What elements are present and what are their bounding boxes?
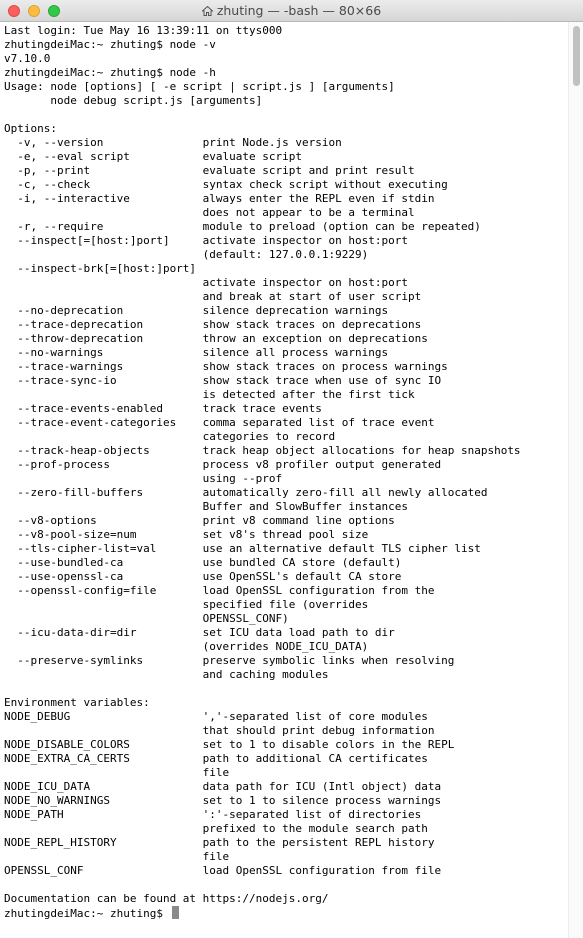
terminal-line: --v8-options print v8 command line optio… <box>4 514 395 527</box>
terminal-line: --trace-deprecation show stack traces on… <box>4 318 422 331</box>
terminal-line: categories to record <box>4 430 336 443</box>
terminal-line: NODE_PATH ':'-separated list of director… <box>4 808 422 821</box>
terminal-line: NODE_DEBUG ','-separated list of core mo… <box>4 710 428 723</box>
terminal-line: --v8-pool-size=num set v8's thread pool … <box>4 528 369 541</box>
terminal-line: Environment variables: <box>4 696 150 709</box>
terminal-line: v7.10.0 <box>4 52 51 65</box>
terminal-line: --zero-fill-buffers automatically zero-f… <box>4 486 488 499</box>
window-title: zhuting — -bash — 80×66 <box>216 3 382 18</box>
terminal-line: node debug script.js [arguments] <box>4 94 263 107</box>
terminal-line: --trace-event-categories comma separated… <box>4 416 435 429</box>
terminal-line: file <box>4 850 230 863</box>
terminal-line: NODE_DISABLE_COLORS set to 1 to disable … <box>4 738 455 751</box>
terminal-line: --prof-process process v8 profiler outpu… <box>4 458 442 471</box>
terminal-window: zhuting — -bash — 80×66 Last login: Tue … <box>0 0 583 938</box>
terminal-line: --trace-sync-io show stack trace when us… <box>4 374 442 387</box>
window-title-container: zhuting — -bash — 80×66 <box>0 3 583 19</box>
terminal-line: --use-bundled-ca use bundled CA store (d… <box>4 556 402 569</box>
terminal-line: -v, --version print Node.js version <box>4 136 342 149</box>
terminal-line: --no-deprecation silence deprecation war… <box>4 304 389 317</box>
text-cursor <box>171 906 179 919</box>
scrollbar-thumb[interactable] <box>573 26 580 86</box>
terminal-line: --inspect-brk[=[host:]port] <box>4 262 197 275</box>
terminal-line: --track-heap-objects track heap object a… <box>4 444 521 457</box>
prompt-line[interactable]: zhutingdeiMac:~ zhuting$ <box>4 906 569 920</box>
terminal-line: NODE_REPL_HISTORY path to the persistent… <box>4 836 435 849</box>
terminal-line: file <box>4 766 230 779</box>
terminal-line: Last login: Tue May 16 13:39:11 on ttys0… <box>4 24 283 37</box>
terminal-line: (default: 127.0.0.1:9229) <box>4 248 369 261</box>
terminal-line: NODE_EXTRA_CA_CERTS path to additional C… <box>4 752 428 765</box>
terminal-line: NODE_NO_WARNINGS set to 1 to silence pro… <box>4 794 442 807</box>
terminal-line: and break at start of user script <box>4 290 422 303</box>
terminal-line: zhutingdeiMac:~ zhuting$ node -v <box>4 38 216 51</box>
terminal-line: activate inspector on host:port <box>4 276 408 289</box>
terminal-line: zhutingdeiMac:~ zhuting$ node -h <box>4 66 216 79</box>
terminal-line: --icu-data-dir=dir set ICU data load pat… <box>4 626 395 639</box>
terminal-line: OPENSSL_CONF) <box>4 612 289 625</box>
terminal-line: is detected after the first tick <box>4 388 415 401</box>
terminal-line: --trace-events-enabled track trace event… <box>4 402 322 415</box>
home-folder-icon <box>201 6 213 16</box>
terminal-line: -c, --check syntax check script without … <box>4 178 448 191</box>
terminal-line: --use-openssl-ca use OpenSSL's default C… <box>4 570 402 583</box>
terminal-line: -r, --require module to preload (option … <box>4 220 481 233</box>
terminal-line: prefixed to the module search path <box>4 822 428 835</box>
terminal-output[interactable]: Last login: Tue May 16 13:39:11 on ttys0… <box>4 24 569 920</box>
terminal-line: --trace-warnings show stack traces on pr… <box>4 360 448 373</box>
terminal-line: (overrides NODE_ICU_DATA) <box>4 640 369 653</box>
terminal-line: --preserve-symlinks preserve symbolic li… <box>4 654 455 667</box>
terminal-line: using --prof <box>4 472 283 485</box>
terminal-line: Options: <box>4 122 57 135</box>
terminal-line: Buffer and SlowBuffer instances <box>4 500 408 513</box>
terminal-line: --no-warnings silence all process warnin… <box>4 346 389 359</box>
title-bar[interactable]: zhuting — -bash — 80×66 <box>0 0 583 22</box>
terminal-line: --openssl-config=file load OpenSSL confi… <box>4 584 435 597</box>
terminal-line: and caching modules <box>4 668 329 681</box>
terminal-line: --throw-deprecation throw an exception o… <box>4 332 428 345</box>
terminal-line: -p, --print evaluate script and print re… <box>4 164 415 177</box>
terminal-line: --tls-cipher-list=val use an alternative… <box>4 542 481 555</box>
shell-prompt: zhutingdeiMac:~ zhuting$ <box>4 907 170 920</box>
terminal-line: -i, --interactive always enter the REPL … <box>4 192 435 205</box>
terminal-line: specified file (overrides <box>4 598 369 611</box>
terminal-line: OPENSSL_CONF load OpenSSL configuration … <box>4 864 442 877</box>
terminal-line: does not appear to be a terminal <box>4 206 415 219</box>
terminal-line: Documentation can be found at https://no… <box>4 892 329 905</box>
terminal-line: -e, --eval script evaluate script <box>4 150 303 163</box>
terminal-line: Usage: node [options] [ -e script | scri… <box>4 80 395 93</box>
terminal-line: --inspect[=[host:]port] activate inspect… <box>4 234 408 247</box>
vertical-scrollbar[interactable] <box>568 22 583 938</box>
terminal-line: that should print debug information <box>4 724 435 737</box>
terminal-line: NODE_ICU_DATA data path for ICU (Intl ob… <box>4 780 442 793</box>
